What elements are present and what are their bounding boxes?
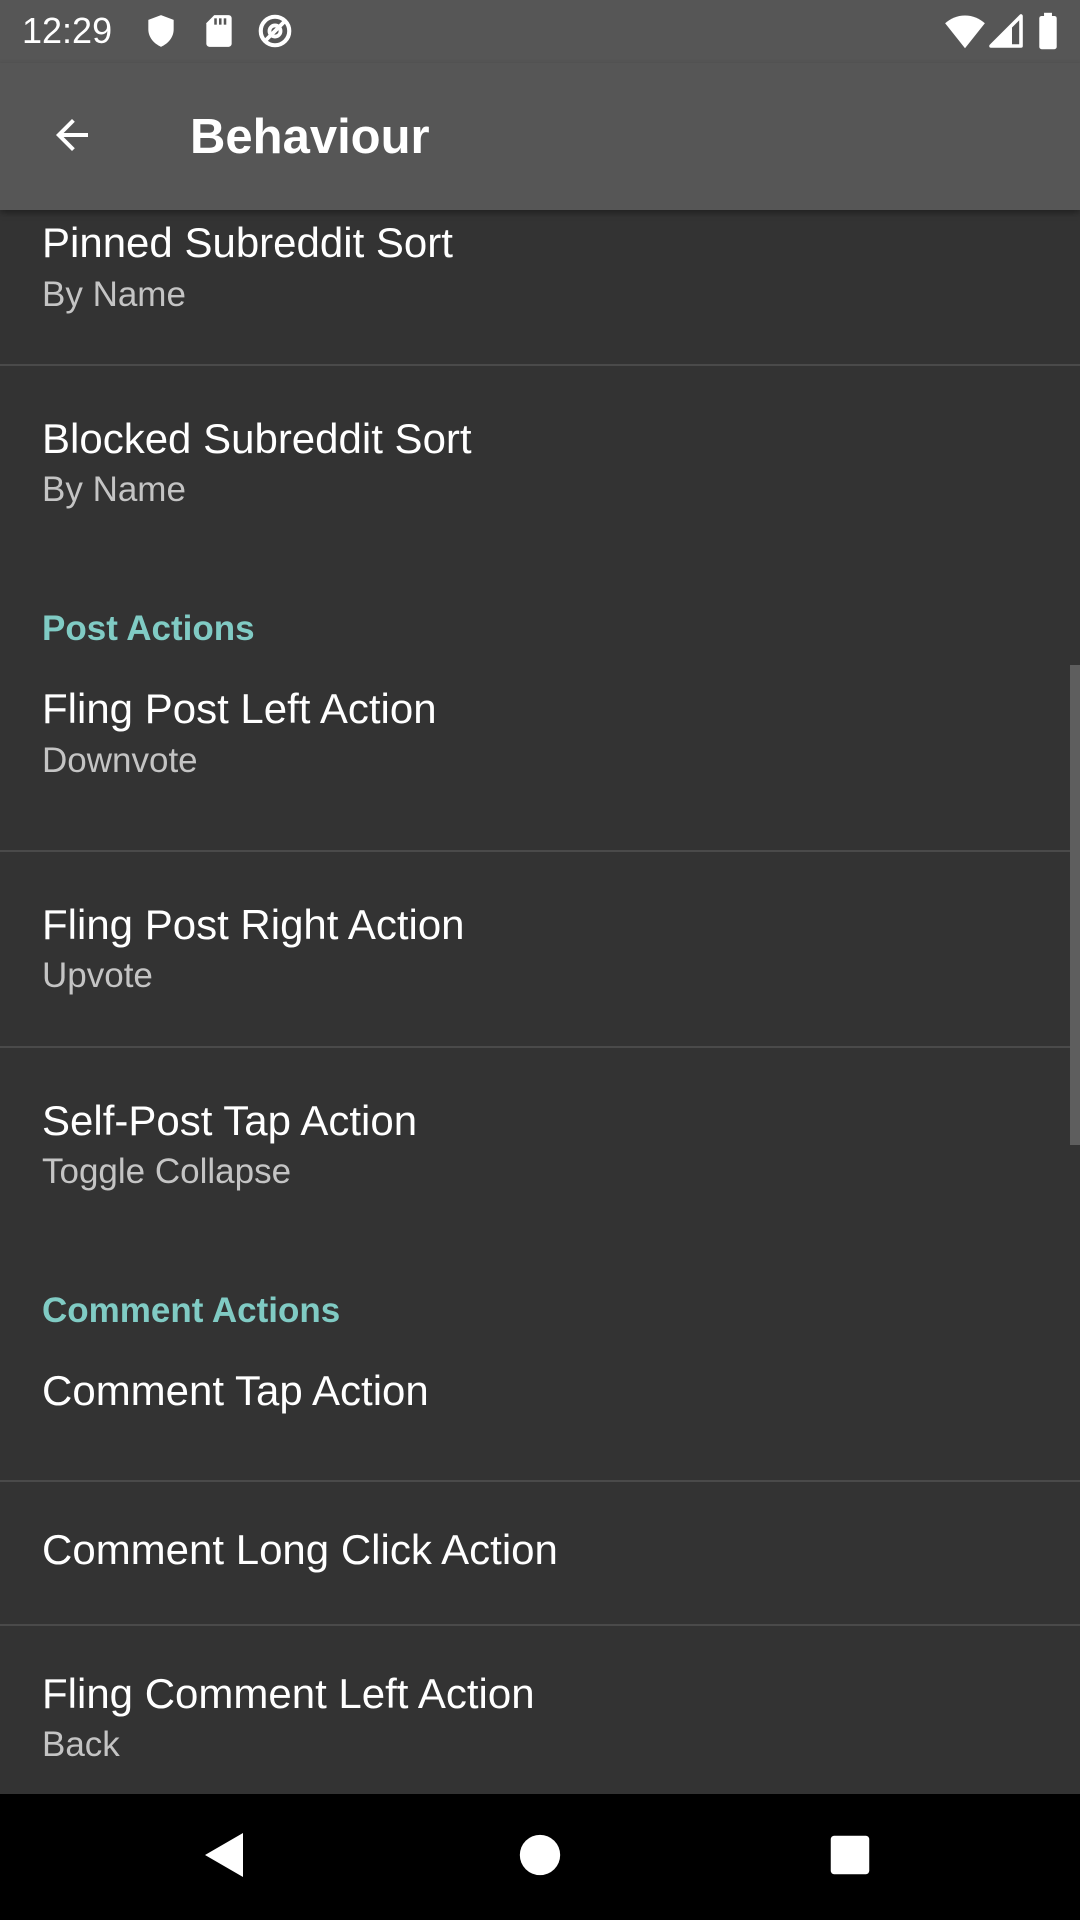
pref-title: Comment Long Click Action	[42, 1526, 558, 1573]
nav-back-button[interactable]	[190, 1822, 260, 1892]
pref-summary: By Name	[42, 470, 186, 509]
pref-title: Fling Post Right Action	[42, 901, 465, 948]
navigation-bar	[0, 1794, 1080, 1920]
pref-title: Fling Comment Left Action	[42, 1670, 535, 1717]
pref-fling-comment-left[interactable]: Fling Comment Left Action Back	[0, 1626, 1080, 1794]
status-bar: 12:29	[0, 0, 1080, 63]
pref-fling-post-right[interactable]: Fling Post Right Action Upvote	[0, 852, 1080, 1046]
category-post-actions: Post Actions	[42, 609, 255, 648]
nav-recents-button[interactable]	[815, 1822, 885, 1892]
pref-comment-tap[interactable]: Comment Tap Action	[0, 1352, 1080, 1490]
battery-icon	[1036, 12, 1060, 50]
sd-card-icon	[200, 12, 238, 50]
recents-square-icon	[829, 1834, 871, 1881]
pref-summary: Toggle Collapse	[42, 1152, 292, 1191]
pref-title: Pinned Subreddit Sort	[42, 219, 453, 266]
arrow-back-icon	[48, 111, 96, 164]
pref-title: Comment Tap Action	[42, 1367, 429, 1414]
preferences-list[interactable]: Pinned Subreddit Sort By Name Blocked Su…	[0, 210, 1080, 1794]
home-circle-icon	[518, 1833, 562, 1882]
at-sign-icon	[256, 12, 294, 50]
signal-icon	[988, 12, 1026, 50]
pref-title: Self-Post Tap Action	[42, 1097, 418, 1144]
pref-pinned-subreddit-sort[interactable]: Pinned Subreddit Sort By Name	[0, 210, 1080, 364]
shield-icon	[142, 12, 180, 50]
pref-self-post-tap[interactable]: Self-Post Tap Action Toggle Collapse	[0, 1048, 1080, 1242]
pref-summary: Back	[42, 1725, 120, 1764]
pref-summary: Upvote	[42, 956, 153, 995]
pref-fling-post-left[interactable]: Fling Post Left Action Downvote	[0, 670, 1080, 850]
scrollbar[interactable]	[1070, 665, 1080, 1145]
pref-summary: By Name	[42, 275, 186, 314]
pref-title: Fling Post Left Action	[42, 685, 437, 732]
pref-blocked-subreddit-sort[interactable]: Blocked Subreddit Sort By Name	[0, 366, 1080, 560]
back-triangle-icon	[201, 1829, 249, 1886]
back-button[interactable]	[34, 99, 110, 175]
page-title: Behaviour	[190, 110, 430, 164]
pref-title: Blocked Subreddit Sort	[42, 415, 472, 462]
pref-comment-long-click[interactable]: Comment Long Click Action	[0, 1482, 1080, 1624]
pref-summary: Downvote	[42, 741, 198, 780]
app-bar: Behaviour	[0, 63, 1080, 210]
wifi-icon	[944, 12, 986, 50]
status-time: 12:29	[22, 10, 113, 51]
nav-home-button[interactable]	[505, 1822, 575, 1892]
category-comment-actions: Comment Actions	[42, 1291, 341, 1330]
